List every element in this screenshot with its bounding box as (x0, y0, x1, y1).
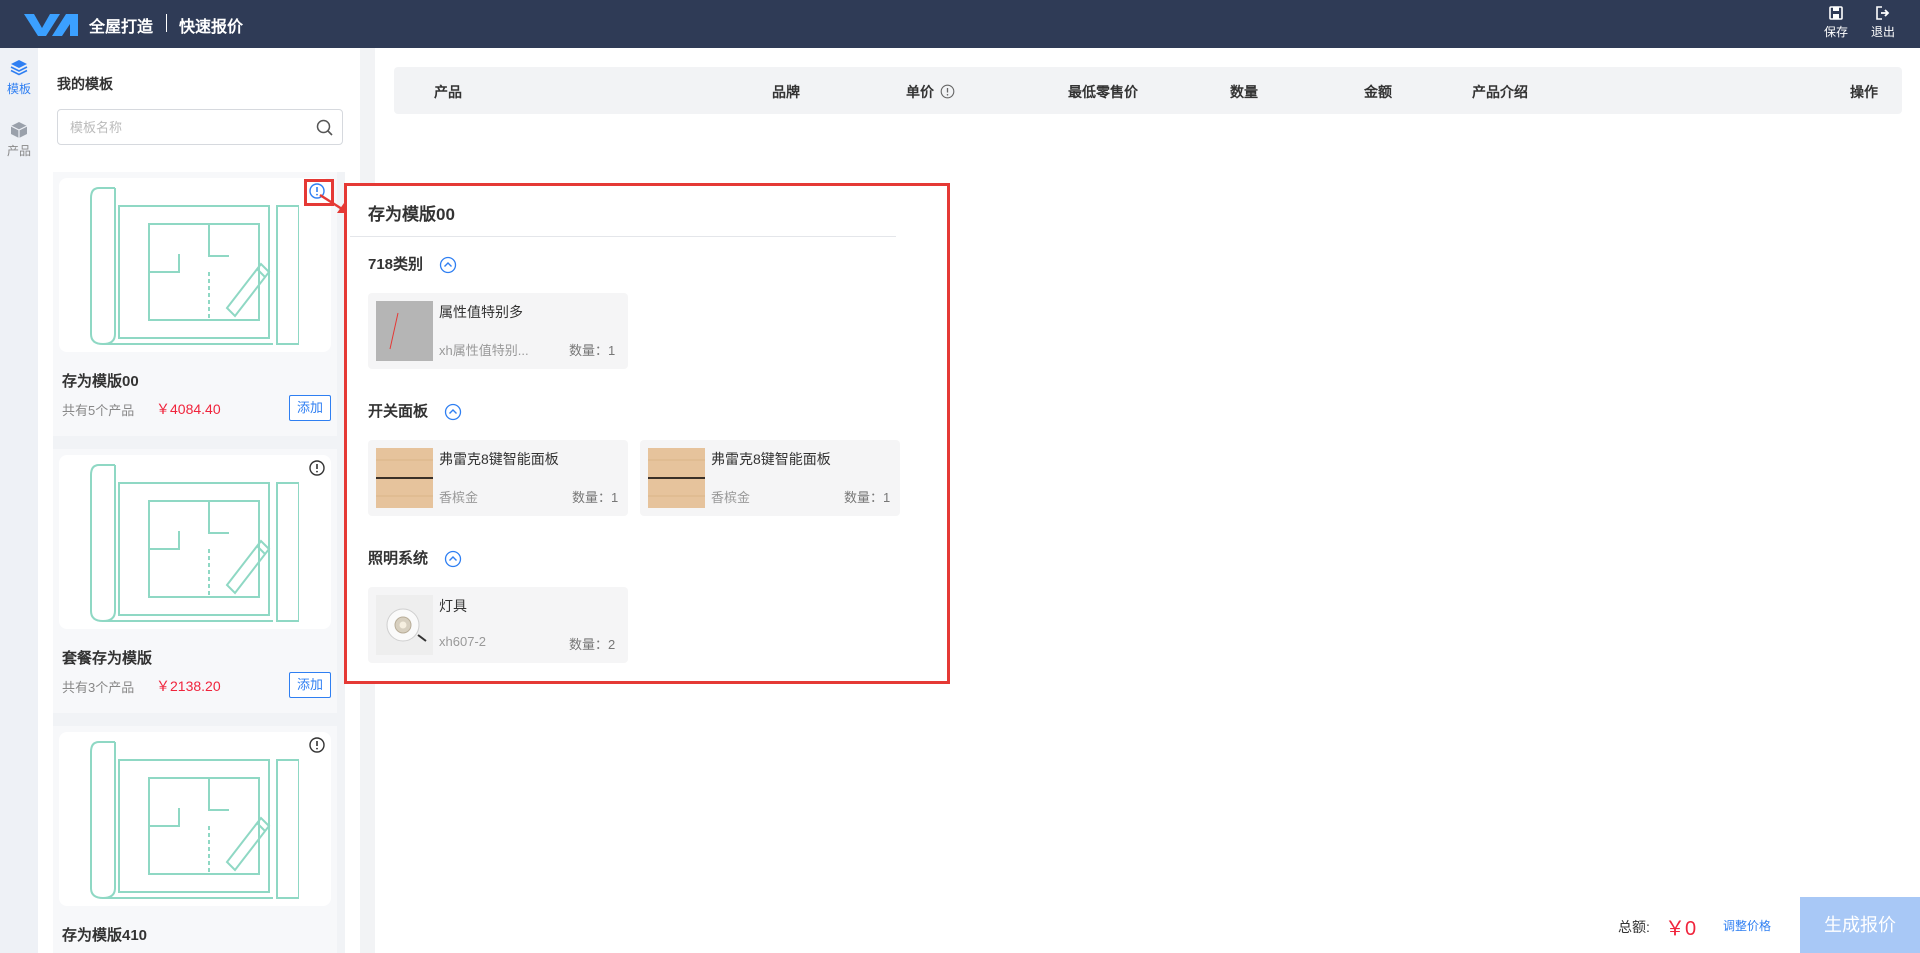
rail-label-templates: 模板 (6, 82, 31, 96)
category-label: 照明系统 (368, 550, 429, 567)
add-template-button[interactable]: 添加 (289, 395, 331, 421)
app-title: 全屋打造 (89, 19, 154, 36)
template-card[interactable]: 存为模版00 共有5个产品 ￥4084.40 添加 (53, 172, 337, 436)
template-panel-heading: 我的模板 (57, 76, 113, 92)
category-label: 718类别 (368, 256, 424, 273)
template-info-icon[interactable] (308, 459, 326, 477)
product-card[interactable]: 属性值特别多 xh属性值特别... 数量：1 (368, 293, 628, 369)
exit-icon (1876, 6, 1890, 20)
total-label: 总额: (1618, 919, 1650, 935)
top-bar: 全屋打造 快速报价 保存 退出 (0, 0, 1920, 48)
column-header-product: 产品 (434, 84, 462, 100)
product-image (376, 448, 433, 508)
rail-item-templates[interactable]: 模板 (0, 58, 38, 108)
product-quantity: 数量：2 (569, 637, 616, 652)
rail-label-products: 产品 (6, 144, 31, 158)
blueprint-illustration (90, 187, 299, 345)
blueprint-illustration (90, 741, 299, 899)
product-quantity: 数量：1 (844, 490, 891, 505)
layers-icon (10, 60, 28, 76)
product-image (648, 448, 705, 508)
product-name: 弗雷克8键智能面板 (439, 451, 559, 467)
template-list: 存为模版00 共有5个产品 ￥4084.40 添加 套餐存为模版 共有3个产品 … (53, 172, 345, 953)
product-quantity: 数量：1 (569, 343, 616, 358)
column-header-unit-price: 单价 (906, 82, 955, 102)
product-card[interactable]: 弗雷克8键智能面板 香槟金 数量：1 (640, 440, 900, 516)
template-product-count: 共有5个产品 (62, 403, 135, 418)
product-quantity: 数量：1 (572, 490, 619, 505)
side-rail: 模板 产品 (0, 48, 38, 953)
template-price: ￥4084.40 (156, 401, 221, 417)
exit-label: 退出 (1870, 25, 1895, 39)
template-search-input[interactable] (70, 118, 300, 136)
product-spec: xh607-2 (439, 634, 486, 649)
product-image (376, 301, 433, 361)
column-header-brand: 品牌 (772, 84, 800, 100)
column-header-quantity: 数量 (1230, 84, 1258, 100)
product-card[interactable]: 弗雷克8键智能面板 香槟金 数量：1 (368, 440, 628, 516)
generate-quote-button[interactable]: 生成报价 (1800, 897, 1920, 953)
info-icon[interactable] (940, 84, 955, 99)
product-card[interactable]: 灯具 xh607-2 数量：2 (368, 587, 628, 663)
product-spec: 香槟金 (439, 490, 479, 505)
title-divider (166, 14, 167, 32)
column-header-min-retail-price: 最低零售价 (1068, 84, 1138, 100)
rail-item-products[interactable]: 产品 (0, 120, 38, 170)
save-label: 保存 (1823, 25, 1848, 39)
save-icon (1829, 6, 1843, 20)
chevron-up-icon[interactable] (439, 256, 457, 274)
template-info-icon[interactable] (308, 736, 326, 754)
product-name: 灯具 (439, 598, 467, 614)
product-spec: 香槟金 (711, 490, 751, 505)
chevron-up-icon[interactable] (444, 550, 462, 568)
blueprint-illustration (90, 464, 299, 622)
template-detail-popover: 存为模版00 718类别 属性值特别多 xh属性值特别... 数量：1 开关面板… (344, 183, 950, 684)
template-card[interactable]: 存为模版410 (53, 726, 337, 953)
add-template-button[interactable]: 添加 (289, 672, 331, 698)
category-label: 开关面板 (368, 403, 429, 420)
product-name: 属性值特别多 (439, 304, 523, 320)
exit-button[interactable]: 退出 (1865, 6, 1901, 44)
chevron-up-icon[interactable] (444, 403, 462, 421)
quote-footer: 总额: ￥0 调整价格 生成报价 (420, 897, 1920, 953)
template-card[interactable]: 套餐存为模版 共有3个产品 ￥2138.20 添加 (53, 449, 337, 713)
template-thumbnail (59, 455, 331, 629)
template-name: 存为模版00 (62, 373, 139, 390)
product-name: 弗雷克8键智能面板 (711, 451, 831, 467)
column-header-amount: 金额 (1364, 84, 1392, 100)
product-image (376, 595, 433, 655)
save-button[interactable]: 保存 (1818, 6, 1854, 44)
template-price: ￥2138.20 (156, 678, 221, 694)
popover-title: 存为模版00 (368, 205, 455, 224)
page-title: 快速报价 (179, 19, 244, 36)
cube-icon (10, 122, 28, 138)
template-thumbnail (59, 178, 331, 352)
template-product-count: 共有3个产品 (62, 680, 135, 695)
column-header-description: 产品介绍 (1472, 84, 1528, 100)
search-icon[interactable] (316, 119, 333, 136)
adjust-price-link[interactable]: 调整价格 (1723, 917, 1771, 934)
template-search (57, 109, 343, 145)
column-header-actions: 操作 (1850, 84, 1878, 100)
brand-logo (24, 14, 78, 36)
template-name: 存为模版410 (62, 927, 148, 944)
template-thumbnail (59, 732, 331, 906)
template-name: 套餐存为模版 (62, 650, 153, 667)
popover-divider (350, 236, 896, 237)
column-header-unit-price-label: 单价 (906, 84, 934, 100)
product-table-header: 产品 品牌 单价 最低零售价 数量 金额 产品介绍 操作 (394, 67, 1902, 114)
product-spec: xh属性值特别... (439, 343, 529, 358)
total-value: ￥0 (1665, 918, 1697, 940)
